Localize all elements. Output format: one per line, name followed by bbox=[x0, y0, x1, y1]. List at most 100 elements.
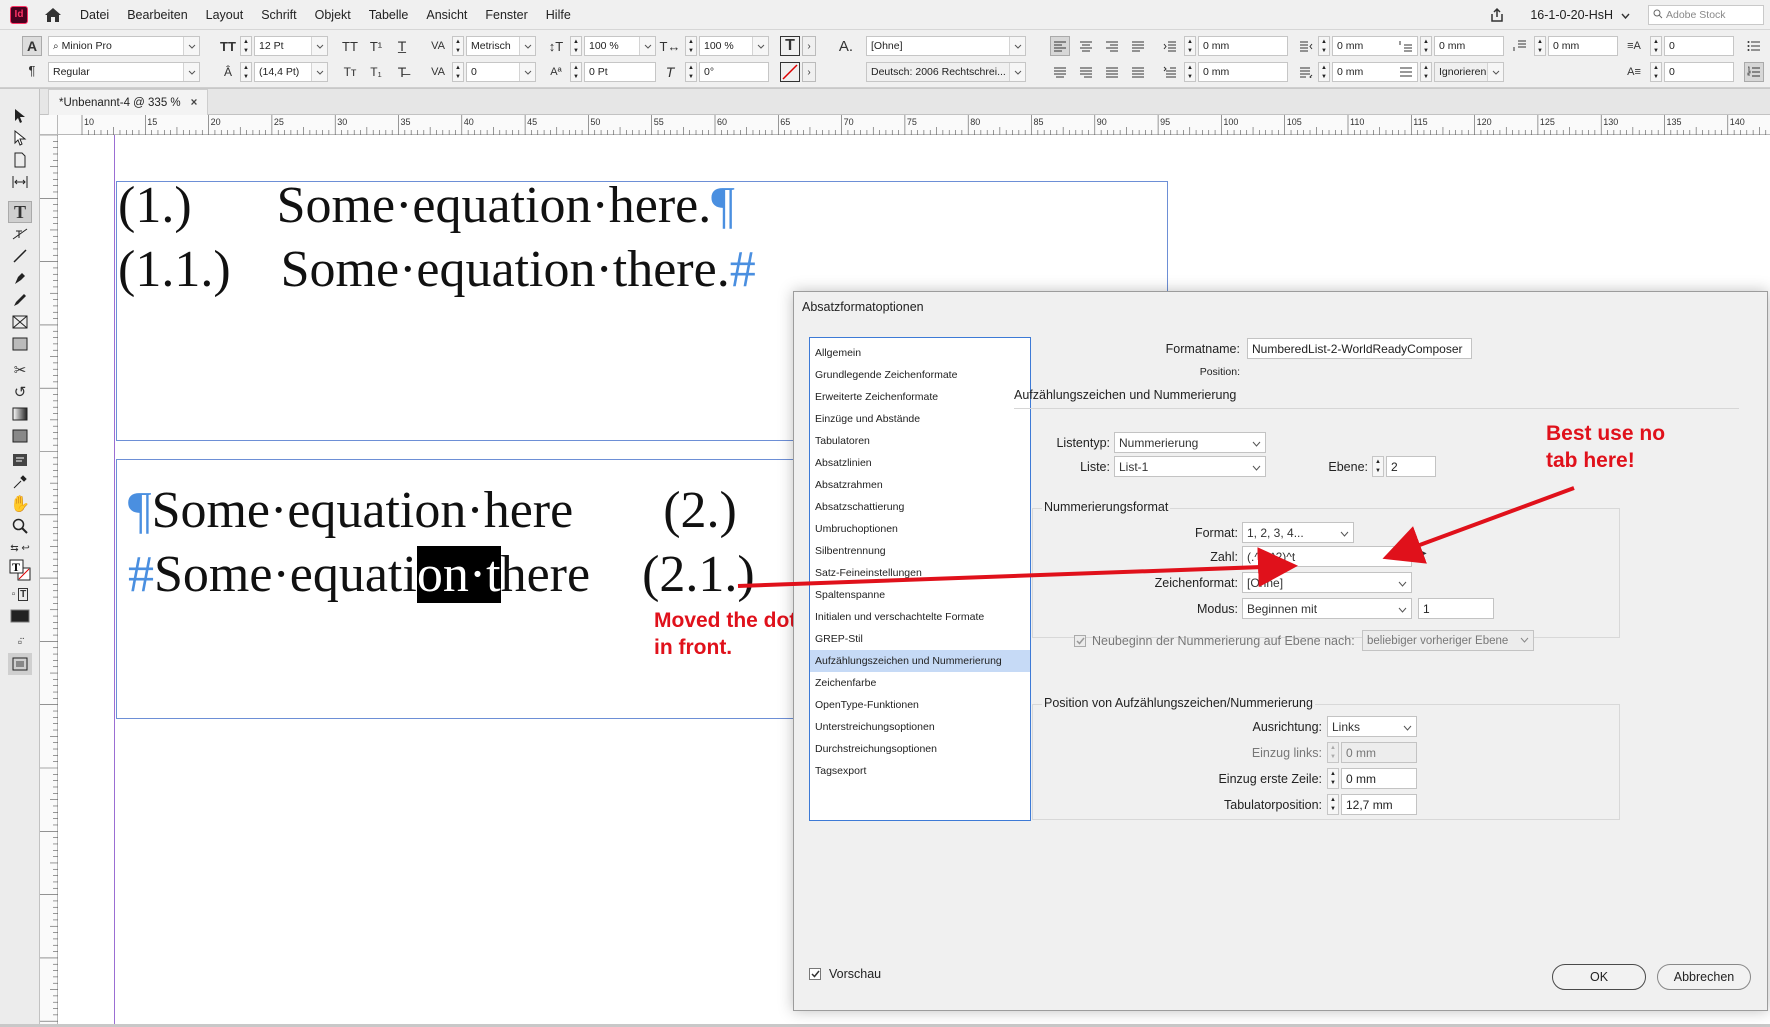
category-item[interactable]: OpenType-Funktionen bbox=[810, 694, 1030, 716]
menu-datei[interactable]: Datei bbox=[78, 6, 111, 24]
skew-stepper[interactable]: ▲ ▼ bbox=[685, 62, 697, 82]
font-style-field[interactable]: Regular bbox=[48, 62, 200, 82]
category-item[interactable]: Umbruchoptionen bbox=[810, 518, 1030, 540]
ruler-origin[interactable] bbox=[40, 115, 58, 135]
einzug-links-stepper[interactable]: ▲ ▼ bbox=[1327, 742, 1339, 763]
menu-hilfe[interactable]: Hilfe bbox=[544, 6, 573, 24]
ebene-stepper[interactable]: ▲ ▼ bbox=[1372, 456, 1384, 477]
all-caps-icon[interactable]: TT bbox=[340, 36, 360, 56]
einzug-erste-input[interactable]: 0 mm bbox=[1341, 768, 1417, 789]
gap-tool-icon[interactable] bbox=[8, 171, 32, 193]
category-item[interactable]: Initialen und verschachtelte Formate bbox=[810, 606, 1030, 628]
leading-stepper[interactable]: ▲ ▼ bbox=[240, 62, 252, 82]
chevron-down-icon[interactable] bbox=[183, 37, 199, 55]
cancel-button[interactable]: Abbrechen bbox=[1657, 964, 1751, 990]
zeichenformat-dropdown[interactable]: [Ohne] bbox=[1242, 572, 1412, 593]
tabpos-input[interactable]: 12,7 mm bbox=[1341, 794, 1417, 815]
hand-tool-icon[interactable]: ✋ bbox=[8, 493, 32, 515]
type-tool-icon[interactable]: T bbox=[8, 201, 32, 223]
dropcap-chars-stepper[interactable]: ▲ ▼ bbox=[1650, 62, 1662, 82]
scissors-tool-icon[interactable]: ✂ bbox=[8, 359, 32, 381]
category-item[interactable]: Unterstreichungsoptionen bbox=[810, 716, 1030, 738]
subscript-icon[interactable]: T₁ bbox=[366, 62, 386, 82]
category-item[interactable]: Tagsexport bbox=[810, 760, 1030, 782]
category-item[interactable]: GREP-Stil bbox=[810, 628, 1030, 650]
space-before-stepper[interactable]: ▲ ▼ bbox=[1420, 36, 1432, 56]
liste-dropdown[interactable]: List-1 bbox=[1114, 456, 1266, 477]
equation-line-3[interactable]: ¶Some·equation·here (2.) bbox=[128, 481, 737, 541]
menu-layout[interactable]: Layout bbox=[204, 6, 246, 24]
zoom-tool-icon[interactable] bbox=[8, 515, 32, 537]
line-tool-icon[interactable] bbox=[8, 245, 32, 267]
modus-start-input[interactable]: 1 bbox=[1418, 598, 1494, 619]
underline-icon[interactable]: T̲ bbox=[392, 36, 412, 56]
ok-button[interactable]: OK bbox=[1552, 964, 1646, 990]
category-item[interactable]: Allgemein bbox=[810, 342, 1030, 364]
kerning-stepper[interactable]: ▲ ▼ bbox=[452, 36, 464, 56]
pen-tool-icon[interactable] bbox=[8, 267, 32, 289]
gradient-tool-icon[interactable] bbox=[8, 403, 32, 425]
align-right-icon[interactable] bbox=[1102, 36, 1122, 56]
einzug-links-input[interactable]: 0 mm bbox=[1341, 742, 1417, 763]
document-tab[interactable]: *Unbenannt-4 @ 335 % × bbox=[48, 89, 209, 115]
category-item[interactable]: Grundlegende Zeichenformate bbox=[810, 364, 1030, 386]
gradient-feather-tool-icon[interactable] bbox=[8, 425, 32, 447]
dropcap-chars-field[interactable]: 0 bbox=[1664, 62, 1734, 82]
grid-align-field[interactable]: Ignorieren bbox=[1434, 62, 1504, 82]
chevron-down-icon[interactable] bbox=[183, 63, 199, 81]
vscale-field[interactable]: 100 % bbox=[584, 36, 656, 56]
fill-stroke-swatch-icon[interactable]: T bbox=[8, 559, 32, 581]
category-item[interactable]: Spaltenspanne bbox=[810, 584, 1030, 606]
screen-mode-icon[interactable]: ▫̈ bbox=[8, 631, 32, 653]
baseline-stepper[interactable]: ▲ ▼ bbox=[570, 62, 582, 82]
type-on-path-tool-icon[interactable] bbox=[8, 223, 32, 245]
paragraph-mode-icon[interactable]: ¶ bbox=[22, 60, 42, 80]
menu-bearbeiten[interactable]: Bearbeiten bbox=[125, 6, 189, 24]
home-icon[interactable] bbox=[42, 4, 64, 26]
close-icon[interactable]: × bbox=[191, 97, 198, 109]
justify-center-icon[interactable] bbox=[1050, 62, 1070, 82]
superscript-icon[interactable]: T¹ bbox=[366, 36, 386, 56]
justify-left-icon[interactable] bbox=[1128, 36, 1148, 56]
free-transform-tool-icon[interactable]: ↺ bbox=[8, 381, 32, 403]
neubeginn-dropdown[interactable]: beliebiger vorheriger Ebene bbox=[1362, 630, 1534, 651]
category-item[interactable]: Absatzrahmen bbox=[810, 474, 1030, 496]
align-left-icon[interactable] bbox=[1050, 36, 1070, 56]
small-caps-icon[interactable]: Tт bbox=[340, 62, 360, 82]
insert-special-character-icon[interactable]: ▶ bbox=[1419, 548, 1427, 559]
space-before-field[interactable]: 0 mm bbox=[1434, 36, 1504, 56]
equation-line-4[interactable]: #Some·equation·there (2.1.) bbox=[128, 545, 755, 605]
indent-last-stepper[interactable]: ▲ ▼ bbox=[1318, 62, 1330, 82]
category-item[interactable]: Silbentrennung bbox=[810, 540, 1030, 562]
rectangle-frame-tool-icon[interactable] bbox=[8, 311, 32, 333]
ebene-input[interactable]: 2 bbox=[1386, 456, 1436, 477]
horizontal-ruler[interactable]: 10 15 20 25 30 35 40 45 50 55 60 65 70 75 80 85 90 95 100 1… bbox=[58, 115, 1770, 135]
language-field[interactable]: Deutsch: 2006 Rechtschrei... bbox=[866, 62, 1026, 82]
apply-color-icon[interactable] bbox=[8, 605, 32, 627]
ausrichtung-dropdown[interactable]: Links bbox=[1327, 716, 1417, 737]
category-item[interactable]: Absatzschattierung bbox=[810, 496, 1030, 518]
indent-left-stepper[interactable]: ▲ ▼ bbox=[1184, 36, 1196, 56]
space-after-field[interactable]: 0 mm bbox=[1548, 36, 1618, 56]
preview-mode-icon[interactable] bbox=[8, 653, 32, 675]
font-family-field[interactable]: ⌕ Minion Pro bbox=[48, 36, 200, 56]
menu-tabelle[interactable]: Tabelle bbox=[367, 6, 411, 24]
pencil-tool-icon[interactable] bbox=[8, 289, 32, 311]
menu-fenster[interactable]: Fenster bbox=[483, 6, 529, 24]
align-center-icon[interactable] bbox=[1076, 36, 1096, 56]
indent-left-field[interactable]: 0 mm bbox=[1198, 36, 1288, 56]
dropcap-lines-field[interactable]: 0 bbox=[1664, 36, 1734, 56]
category-item[interactable]: Durchstreichungsoptionen bbox=[810, 738, 1030, 760]
font-size-stepper[interactable]: ▲ ▼ bbox=[240, 36, 252, 56]
bullet-list-icon[interactable] bbox=[1744, 36, 1764, 56]
category-item[interactable]: Aufzählungszeichen und Nummerierung bbox=[810, 650, 1030, 672]
vertical-ruler[interactable] bbox=[40, 134, 58, 1024]
hscale-stepper[interactable]: ▲ ▼ bbox=[685, 36, 697, 56]
dropcap-lines-stepper[interactable]: ▲ ▼ bbox=[1650, 36, 1662, 56]
vorschau-checkbox[interactable] bbox=[809, 968, 821, 980]
grid-align-stepper[interactable]: ▲ ▼ bbox=[1420, 62, 1432, 82]
einzug-erste-stepper[interactable]: ▲ ▼ bbox=[1327, 768, 1339, 789]
text-fill-icon[interactable]: T bbox=[780, 36, 800, 56]
modus-dropdown[interactable]: Beginnen mit bbox=[1242, 598, 1412, 619]
hscale-field[interactable]: 100 % bbox=[699, 36, 769, 56]
